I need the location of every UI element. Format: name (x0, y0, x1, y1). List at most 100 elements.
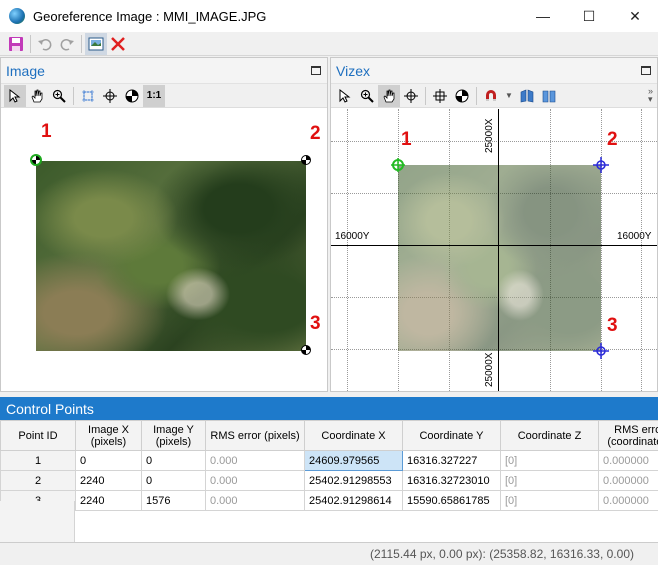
vizex-control-point-1[interactable] (390, 157, 406, 173)
table-row[interactable]: 3 2240 1576 0.000 25402.91298614 15590.6… (0, 490, 658, 511)
coordinate-x-cell[interactable]: 24609.979565 (304, 450, 403, 471)
crosshair-icon (404, 88, 418, 103)
zoom-icon (52, 89, 66, 103)
column-header[interactable]: Point ID (0, 420, 76, 451)
overflow-chevron-icon[interactable]: » ▾ (648, 87, 653, 104)
coordinate-y-cell[interactable]: 16316.32723010 (402, 470, 501, 491)
axis-x-line (498, 109, 499, 391)
select-tool-button[interactable] (4, 84, 26, 107)
column-header[interactable]: Image Y (pixels) (141, 420, 206, 451)
coordinate-y-cell[interactable]: 15590.65861785 (402, 490, 501, 511)
image-control-point-3[interactable] (301, 345, 311, 355)
main-toolbar (0, 32, 658, 56)
image-y-cell[interactable]: 0 (141, 470, 206, 491)
zoom-icon (360, 89, 374, 103)
column-header[interactable]: Coordinate Z (500, 420, 599, 451)
image-point-label-3: 3 (310, 313, 321, 334)
image-point-label-2: 2 (310, 123, 321, 144)
book-button[interactable] (516, 85, 538, 107)
point-id-cell[interactable]: 1 (0, 450, 76, 471)
pan-tool-button[interactable] (378, 84, 400, 107)
toolbar-separator (81, 34, 82, 53)
fit-extent-button[interactable] (77, 85, 99, 107)
column-header[interactable]: Image X (pixels) (75, 420, 142, 451)
book-alt-icon (542, 90, 556, 102)
coordinate-z-cell[interactable]: [0] (500, 470, 599, 491)
toolbar-separator (425, 86, 426, 105)
delete-button[interactable] (107, 33, 129, 55)
rms-pixels-cell: 0.000 (205, 490, 305, 511)
coordinate-y-cell[interactable]: 16316.327227 (402, 450, 501, 471)
zoom-tool-button[interactable] (356, 85, 378, 107)
vizex-pane-header: Vizex (331, 58, 657, 84)
vizex-pane-title: Vizex (336, 62, 370, 79)
minimize-icon: — (536, 8, 550, 24)
control-point-icon (455, 89, 469, 102)
table-row[interactable]: 1 0 0 0.000 24609.979565 16316.327227 [0… (0, 450, 658, 471)
minimize-button[interactable]: — (520, 0, 566, 32)
image-canvas[interactable]: 1 2 3 (1, 109, 327, 391)
title-bar: Georeference Image : MMI_IMAGE.JPG — ☐ ✕ (0, 0, 658, 32)
image-control-point-1[interactable] (30, 154, 42, 166)
column-header[interactable]: Coordinate X (304, 420, 403, 451)
control-point-button[interactable] (121, 85, 143, 107)
image-x-cell[interactable]: 2240 (75, 490, 142, 511)
zoom-tool-button[interactable] (48, 85, 70, 107)
delete-icon (111, 36, 125, 51)
vizex-control-point-3[interactable] (593, 343, 609, 359)
undo-icon (38, 38, 52, 50)
column-header[interactable]: RMS error (pixels) (205, 420, 305, 451)
crosshair-move-icon (433, 88, 447, 103)
control-points-table: Point ID Image X (pixels) Image Y (pixel… (0, 420, 658, 511)
maximize-pane-icon[interactable] (641, 66, 651, 75)
crosshair-button[interactable] (400, 85, 422, 107)
maximize-button[interactable]: ☐ (566, 0, 612, 32)
redo-button[interactable] (56, 33, 78, 55)
image-x-cell[interactable]: 0 (75, 450, 142, 471)
fit-extent-icon (82, 89, 94, 102)
select-tool-button[interactable] (334, 85, 356, 107)
row-header-strip (0, 501, 75, 542)
crosshair-button[interactable] (99, 85, 121, 107)
source-image (36, 161, 306, 351)
maximize-icon: ☐ (582, 7, 596, 24)
close-button[interactable]: ✕ (612, 0, 658, 32)
status-bar: (2115.44 px, 0.00 px): (25358.82, 16316.… (0, 543, 658, 565)
grid-label-top-x: 25000X (484, 118, 495, 153)
select-arrow-icon (9, 88, 21, 103)
table-header-row: Point ID Image X (pixels) Image Y (pixel… (0, 420, 658, 451)
image-y-cell[interactable]: 0 (141, 450, 206, 471)
column-header[interactable]: RMS error (coordinates) (598, 420, 658, 451)
coordinate-x-cell[interactable]: 25402.91298553 (304, 470, 403, 491)
coordinate-x-cell[interactable]: 25402.91298614 (304, 490, 403, 511)
vizex-point-label-3: 3 (607, 315, 618, 336)
coordinate-z-cell[interactable]: [0] (500, 490, 599, 511)
table-row[interactable]: 2 2240 0 0.000 25402.91298553 16316.3272… (0, 470, 658, 491)
crosshair-move-button[interactable] (429, 85, 451, 107)
save-button[interactable] (5, 33, 27, 55)
select-arrow-icon (339, 88, 351, 103)
coordinate-z-cell[interactable]: [0] (500, 450, 599, 471)
image-properties-button[interactable] (85, 32, 107, 55)
control-point-button[interactable] (451, 85, 473, 107)
pan-hand-icon (383, 89, 395, 102)
image-control-point-2[interactable] (301, 155, 311, 165)
book-alt-button[interactable] (538, 85, 560, 107)
column-header[interactable]: Coordinate Y (402, 420, 501, 451)
toolbar-separator (476, 86, 477, 105)
snap-button[interactable] (480, 85, 502, 107)
image-x-cell[interactable]: 2240 (75, 470, 142, 491)
point-id-cell[interactable]: 2 (0, 470, 76, 491)
vizex-canvas[interactable]: 25000X 25000X 16000Y 16000Y 1 2 3 (331, 109, 657, 391)
pan-tool-button[interactable] (26, 85, 48, 107)
vizex-control-point-2[interactable] (593, 157, 609, 173)
chevron-down-icon[interactable]: ▼ (505, 91, 513, 100)
book-icon (520, 89, 534, 102)
toolbar-separator (30, 34, 31, 53)
image-y-cell[interactable]: 1576 (141, 490, 206, 511)
maximize-pane-icon[interactable] (311, 66, 321, 75)
undo-button[interactable] (34, 33, 56, 55)
image-pane-header: Image (1, 58, 327, 84)
toolbar-separator (73, 86, 74, 105)
one-to-one-zoom-button[interactable]: 1:1 (143, 84, 165, 107)
